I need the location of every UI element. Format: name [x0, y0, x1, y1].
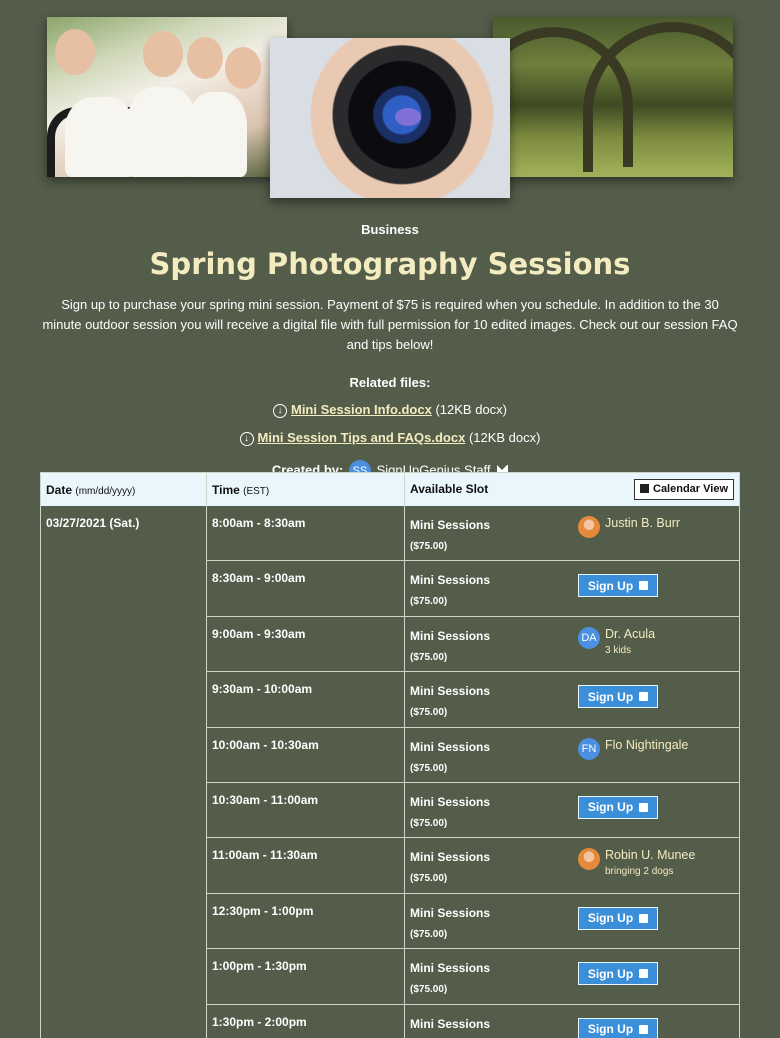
checkbox-icon[interactable]: [639, 913, 649, 923]
table-header: Date (mm/dd/yyyy) Time (EST) Available S…: [41, 473, 739, 506]
slot-name: Mini Sessions: [410, 1016, 491, 1031]
page-category: Business: [361, 222, 419, 237]
signee-avatar: DA: [578, 626, 600, 649]
signee: Justin B. Burr: [578, 516, 680, 560]
table-row: 9:00am - 9:30am Mini Sessions ($75.00) DA Dr…: [207, 616, 739, 673]
file-meta: (12KB docx): [468, 430, 541, 445]
checkbox-icon[interactable]: [639, 802, 649, 812]
file-link[interactable]: Mini Session Info.docx: [291, 402, 432, 417]
slot-price: ($75.00): [410, 928, 448, 940]
slot-price: ($75.00): [410, 984, 448, 996]
slot-cell: Mini Sessions ($75.00) Sign Up: [405, 783, 739, 837]
signee-avatar: [578, 848, 600, 871]
file-item: ↓ Mini Session Tips and FAQs.docx (12KB d…: [0, 430, 780, 446]
table-row: 1:00pm - 1:30pm Mini Sessions ($75.00) Sign…: [207, 949, 739, 1005]
calendar-icon: [640, 484, 649, 493]
sign-up-button[interactable]: Sign Up: [578, 685, 658, 709]
slot-name: Mini Sessions: [410, 850, 491, 865]
checkbox-icon[interactable]: [639, 969, 649, 979]
signee: DA Dr. Acula 3 kids: [578, 626, 656, 671]
signee-name: Robin U. Munee: [605, 848, 696, 863]
download-icon[interactable]: ↓: [272, 404, 287, 418]
signee: Robin U. Munee bringing 2 dogs: [578, 848, 695, 892]
calendar-view-button[interactable]: Calendar View: [634, 479, 734, 500]
time-cell: 8:00am - 8:30am: [207, 506, 405, 561]
signup-table: Date (mm/dd/yyyy) Time (EST) Available S…: [40, 472, 740, 1038]
table-row: 11:00am - 11:30am Mini Sessions ($75.00) Ro…: [207, 838, 739, 894]
camera-photo: [270, 38, 510, 198]
signee-name: Dr. Acula: [605, 626, 656, 641]
page-description: Sign up to purchase your spring mini ses…: [42, 297, 738, 352]
table-row: 10:00am - 10:30am Mini Sessions ($75.00) FN…: [207, 727, 739, 783]
slot-cell: Mini Sessions ($75.00) Sign Up: [405, 894, 739, 948]
table-row: 12:30pm - 1:00pm Mini Sessions ($75.00) Sig…: [207, 893, 739, 950]
slot-cell: Mini Sessions ($75.00) FN Flo Nightingale: [405, 728, 739, 782]
slot-price: ($75.00): [410, 873, 448, 885]
related-files-label: Related files:: [349, 375, 431, 390]
slot-name: Mini Sessions: [410, 905, 491, 920]
col-time-header: Time (EST): [207, 473, 405, 506]
date-cell: 03/27/2021 (Sat.): [41, 506, 207, 1038]
table-row: 10:30am - 11:00am Mini Sessions ($75.00) Si…: [207, 782, 739, 839]
header-photos: [0, 0, 780, 200]
slot-name: Mini Sessions: [410, 739, 491, 754]
sign-up-button[interactable]: Sign Up: [578, 906, 658, 930]
slot-name: Mini Sessions: [410, 684, 491, 699]
signee-avatar: FN: [578, 737, 600, 760]
time-cell: 1:00pm - 1:30pm: [207, 949, 405, 1004]
oak-trees-photo: [493, 17, 733, 177]
time-cell: 9:30am - 10:00am: [207, 672, 405, 727]
slot-price: ($75.00): [410, 817, 448, 829]
slot-cell: Mini Sessions ($75.00) Robin U. Munee bring…: [405, 838, 739, 892]
time-cell: 10:30am - 11:00am: [207, 782, 405, 838]
col-date-header: Date (mm/dd/yyyy): [41, 473, 207, 506]
slot-price: ($75.00): [410, 541, 448, 552]
time-cell: 12:30pm - 1:00pm: [207, 893, 405, 949]
slot-name: Mini Sessions: [410, 573, 491, 588]
time-cell: 10:00am - 10:30am: [207, 727, 405, 782]
slot-name: Mini Sessions: [410, 628, 491, 643]
slot-price: ($75.00): [410, 596, 448, 608]
table-row: 1:30pm - 2:00pmMini Sessions($75.00)Sign…: [207, 1004, 739, 1038]
slot-name: Mini Sessions: [410, 518, 491, 532]
signee-name: Justin B. Burr: [605, 516, 681, 530]
signee-note: bringing 2 dogs: [605, 866, 674, 878]
file-link[interactable]: Mini Session Tips and FAQs.docx: [258, 430, 466, 445]
slot-cell: Mini Sessions ($75.00) Sign Up: [405, 561, 739, 615]
signee-name: Flo Nightingale: [605, 737, 689, 752]
page-title: Spring Photography Sessions: [149, 247, 631, 281]
slot-name: Mini Sessions: [410, 961, 491, 976]
kids-photo: [47, 17, 287, 177]
download-icon[interactable]: ↓: [239, 432, 254, 446]
table-row: 8:30am - 9:00am Mini Sessions ($75.00) Sign…: [207, 561, 739, 617]
time-cell: 9:00am - 9:30am: [207, 616, 405, 672]
slot-cell: Mini Sessions ($75.00) Justin B. Burr: [405, 506, 739, 560]
slot-cell: Mini Sessions ($75.00) DA Dr. Acula 3 kids: [405, 617, 739, 671]
slot-price: ($75.00): [410, 651, 448, 663]
sign-up-button[interactable]: Sign Up: [578, 1017, 658, 1038]
sign-up-button[interactable]: Sign Up: [578, 962, 658, 986]
time-cell: 11:00am - 11:30am: [207, 838, 405, 893]
file-item: ↓ Mini Session Info.docx (12KB docx): [0, 402, 780, 418]
checkbox-icon[interactable]: [639, 581, 649, 591]
slot-price: ($75.00): [410, 762, 448, 774]
signee: FN Flo Nightingale: [578, 737, 689, 782]
slot-name: Mini Sessions: [410, 794, 491, 809]
sign-up-button[interactable]: Sign Up: [578, 574, 658, 598]
checkbox-icon[interactable]: [639, 692, 649, 702]
slot-cell: Mini Sessions ($75.00) Sign Up: [405, 949, 739, 1003]
table-row: 9:30am - 10:00am Mini Sessions ($75.00) Sig…: [207, 672, 739, 728]
time-cell: 1:30pm - 2:00pm: [207, 1004, 405, 1038]
slot-cell: Mini Sessions($75.00)Sign Up: [405, 1005, 739, 1038]
slot-cell: Mini Sessions ($75.00) Sign Up: [405, 672, 739, 726]
col-slot-header: Available Slot Calendar View: [405, 473, 739, 506]
signee-avatar: [578, 516, 600, 538]
time-cell: 8:30am - 9:00am: [207, 561, 405, 616]
slot-price: ($75.00): [410, 707, 448, 719]
signee-note: 3 kids: [605, 644, 632, 656]
file-meta: (12KB docx): [435, 402, 508, 417]
checkbox-icon[interactable]: [639, 1024, 649, 1034]
sign-up-button[interactable]: Sign Up: [578, 795, 658, 819]
table-row: 8:00am - 8:30am Mini Sessions ($75.00) Just…: [207, 506, 739, 562]
